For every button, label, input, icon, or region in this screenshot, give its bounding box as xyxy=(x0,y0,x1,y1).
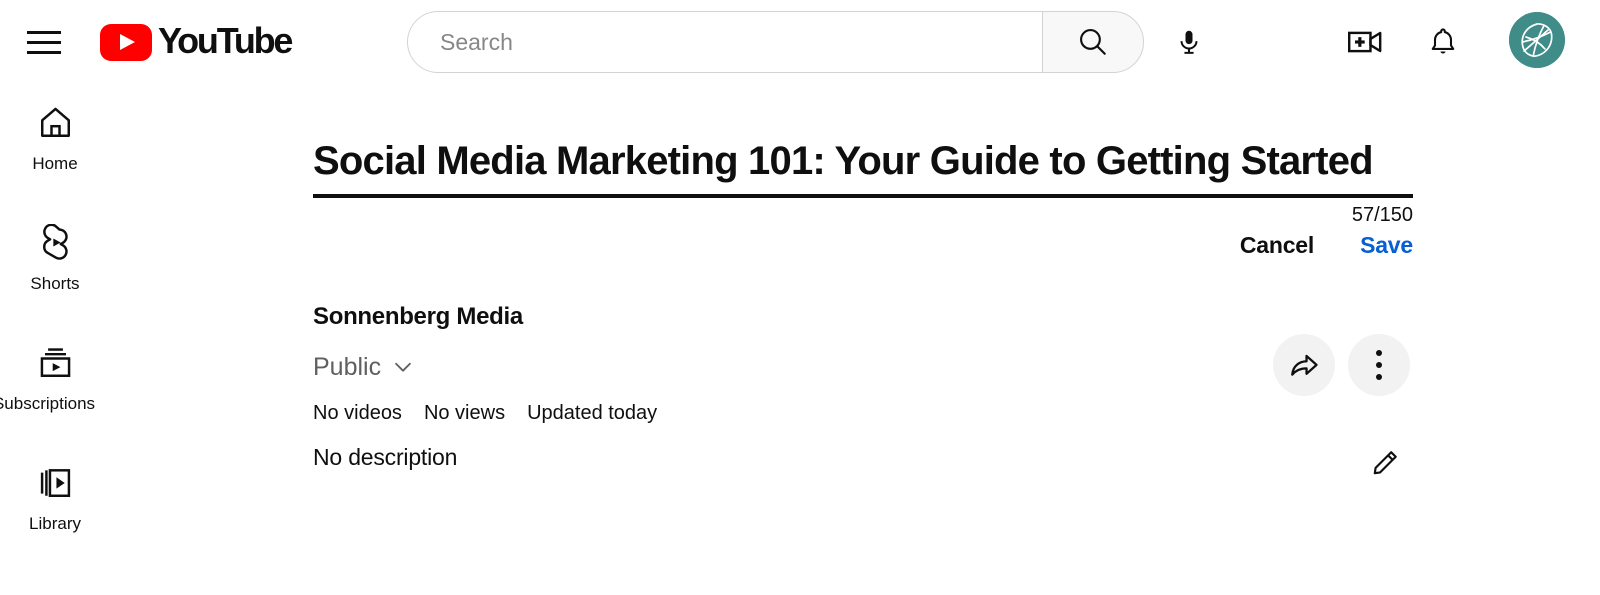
sidebar-item-shorts[interactable]: Shorts xyxy=(0,220,110,316)
voice-search-button[interactable] xyxy=(1160,13,1218,71)
bell-icon xyxy=(1431,28,1455,54)
playlist-title-input[interactable] xyxy=(313,138,1413,198)
shorts-icon xyxy=(37,220,74,264)
cancel-button[interactable]: Cancel xyxy=(1240,232,1314,259)
menu-dot xyxy=(1376,350,1382,356)
create-video-icon xyxy=(1348,31,1382,53)
privacy-label: Public xyxy=(313,352,382,381)
chevron-down-icon xyxy=(395,362,411,372)
hamburger-menu-icon[interactable] xyxy=(18,16,70,68)
library-icon xyxy=(37,460,74,504)
sidebar: Home Shorts Subscriptions Library xyxy=(0,100,110,580)
search-input-wrapper[interactable] xyxy=(407,11,1042,73)
privacy-selector[interactable]: Public xyxy=(313,354,416,380)
youtube-play-logo-icon xyxy=(100,23,152,61)
search-submit-button[interactable] xyxy=(1042,11,1144,73)
search-input[interactable] xyxy=(438,27,1016,57)
sidebar-item-label: Library xyxy=(29,514,81,533)
edit-action-buttons: Cancel Save xyxy=(1240,232,1413,259)
home-icon xyxy=(37,100,74,144)
stat-view-count: No views xyxy=(423,402,506,424)
sidebar-item-label: Shorts xyxy=(30,274,80,293)
share-arrow-icon xyxy=(1291,354,1318,376)
character-counter: 57/150 xyxy=(1351,204,1413,226)
microphone-icon xyxy=(1180,30,1198,54)
share-button[interactable] xyxy=(1273,334,1335,396)
search-bar xyxy=(407,11,1144,73)
menu-dot xyxy=(1376,362,1382,368)
notifications-button[interactable] xyxy=(1415,14,1471,70)
sidebar-item-label: Subscriptions xyxy=(0,394,96,413)
more-options-button[interactable] xyxy=(1348,334,1410,396)
hamburger-bar xyxy=(27,50,61,54)
search-icon xyxy=(1080,29,1106,55)
subscriptions-icon xyxy=(37,340,74,384)
stat-video-count: No videos xyxy=(313,402,402,424)
hamburger-bar xyxy=(27,30,61,34)
playlist-stats: No videos No views Updated today xyxy=(313,402,657,425)
sidebar-item-home[interactable]: Home xyxy=(0,100,110,196)
playlist-title-row: 57/150 xyxy=(313,138,1413,226)
channel-name[interactable]: Sonnenberg Media xyxy=(313,303,523,331)
save-button[interactable]: Save xyxy=(1360,232,1413,259)
create-video-button[interactable] xyxy=(1337,14,1393,70)
masthead: YouTube xyxy=(0,0,1600,84)
sidebar-item-label: Home xyxy=(32,154,78,173)
stat-updated: Updated today xyxy=(527,402,658,424)
hamburger-bar xyxy=(27,40,61,44)
account-avatar-icon xyxy=(1509,12,1565,68)
menu-dot xyxy=(1376,374,1382,380)
sidebar-item-library[interactable]: Library xyxy=(0,460,110,556)
sidebar-item-subscriptions[interactable]: Subscriptions xyxy=(0,340,110,436)
edit-description-button[interactable] xyxy=(1359,435,1413,489)
youtube-logo[interactable]: YouTube xyxy=(100,20,293,64)
playlist-description: No description xyxy=(313,444,458,470)
three-dot-menu-icon xyxy=(1376,350,1382,380)
pencil-edit-icon xyxy=(1373,451,1397,475)
youtube-logo-text: YouTube xyxy=(158,20,293,61)
account-avatar[interactable] xyxy=(1509,12,1565,68)
